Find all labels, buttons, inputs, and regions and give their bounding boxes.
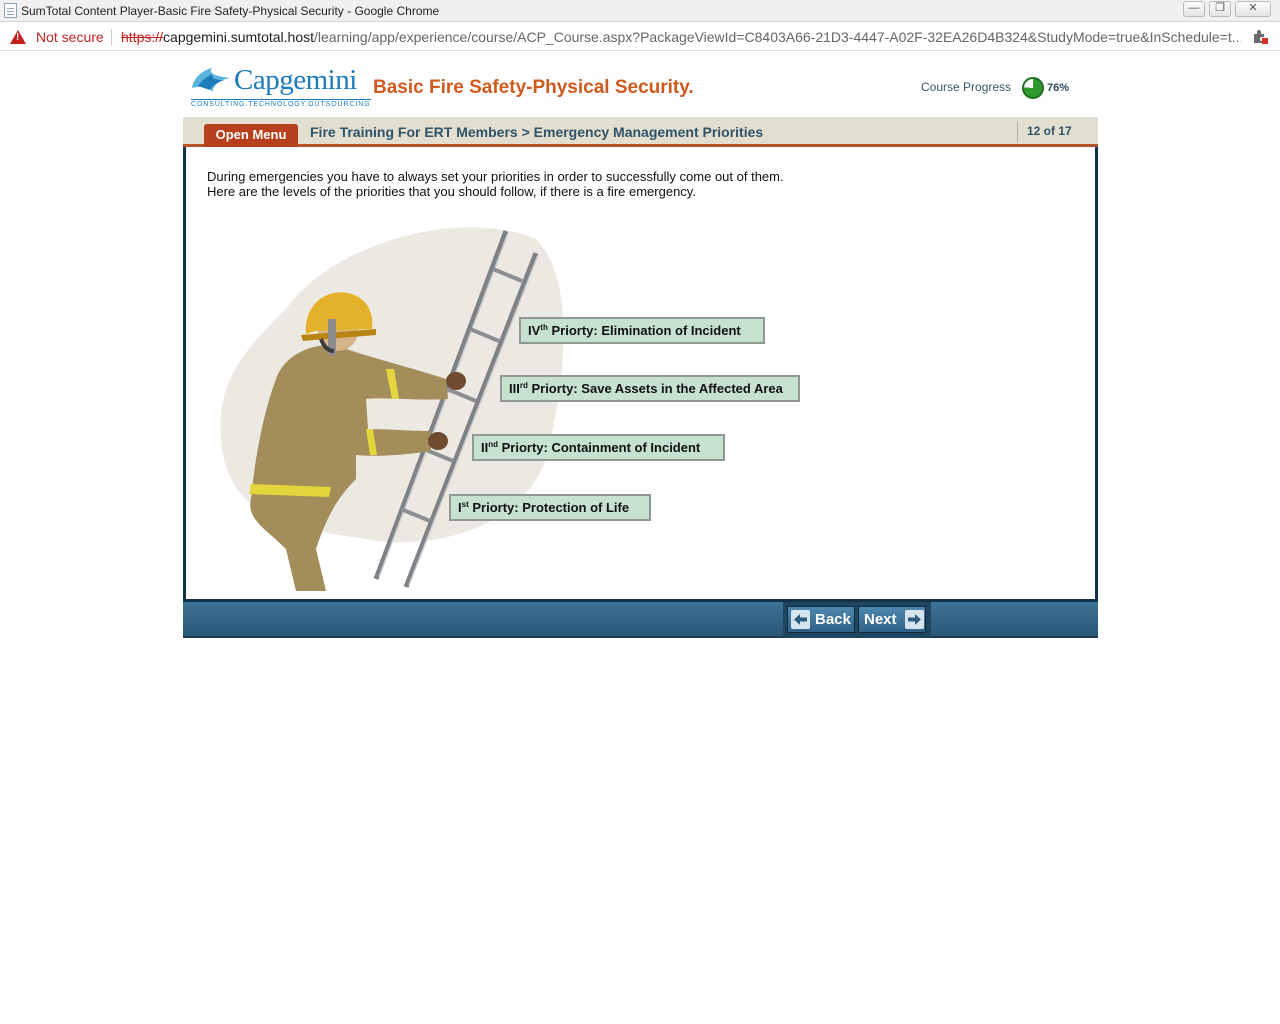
url-path: /learning/app/experience/course/ACP_Cour…	[314, 29, 1241, 45]
url-field[interactable]: https://capgemini.sumtotal.host/learning…	[121, 29, 1241, 45]
priority-text: Priorty: Containment of Incident	[501, 440, 701, 455]
navigation-buttons: Back Next	[783, 602, 931, 638]
priority-suffix: nd	[488, 440, 499, 449]
logo-tagline: CONSULTING.TECHNOLOGY.OUTSOURCING	[191, 99, 371, 108]
minimize-icon[interactable]: —	[1183, 1, 1205, 17]
next-button[interactable]: Next	[858, 606, 926, 633]
priority-text: Priorty: Protection of Life	[472, 500, 630, 515]
extension-icon[interactable]	[1252, 28, 1268, 44]
course-title: Basic Fire Safety-Physical Security.	[373, 77, 694, 98]
security-status[interactable]: Not secure	[36, 29, 104, 45]
back-button[interactable]: Back	[787, 606, 855, 633]
back-label: Back	[815, 611, 851, 628]
breadcrumb: Fire Training For ERT Members > Emergenc…	[310, 124, 764, 140]
course-progress-value: 76%	[1047, 82, 1070, 94]
next-label: Next	[864, 611, 897, 628]
logo-wordmark: Capgemini	[234, 64, 357, 96]
close-icon[interactable]: ✕	[1235, 1, 1271, 17]
slide-content: During emergencies you have to always se…	[183, 147, 1098, 602]
url-scheme: https://	[121, 29, 164, 45]
priority-suffix: rd	[519, 381, 528, 390]
browser-titlebar: SumTotal Content Player-Basic Fire Safet…	[0, 0, 1280, 22]
priority-suffix: st	[461, 500, 469, 509]
priority-numeral: III	[509, 381, 520, 396]
address-bar[interactable]: Not secure https://capgemini.sumtotal.ho…	[0, 23, 1280, 51]
page-counter: 12 of 17	[1027, 124, 1072, 138]
intro-text: During emergencies you have to always se…	[207, 169, 784, 199]
course-progress-label: Course Progress	[921, 80, 1012, 94]
priority-2-label: IInd Priorty: Containment of Incident	[472, 434, 725, 461]
priority-1-label: Ist Priorty: Protection of Life	[449, 494, 651, 521]
course-footer: Back Next	[183, 602, 1098, 638]
page-count-divider	[1017, 122, 1018, 142]
url-host: capgemini.sumtotal.host	[163, 29, 314, 45]
open-menu-button[interactable]: Open Menu	[204, 124, 298, 147]
back-arrow-icon	[791, 610, 810, 629]
address-divider	[111, 29, 112, 46]
priority-text: Priorty: Elimination of Incident	[551, 323, 741, 338]
capgemini-logo: Capgemini CONSULTING.TECHNOLOGY.OUTSOURC…	[190, 64, 371, 110]
priority-suffix: th	[540, 323, 548, 332]
restore-icon[interactable]: ❐	[1209, 1, 1231, 17]
window-title: SumTotal Content Player-Basic Fire Safet…	[21, 4, 440, 18]
logo-spade-icon	[192, 68, 230, 92]
progress-pie-icon	[1022, 77, 1044, 99]
priority-text: Priorty: Save Assets in the Affected Are…	[531, 381, 783, 396]
priority-3-label: IIIrd Priorty: Save Assets in the Affect…	[500, 375, 800, 402]
next-arrow-icon	[905, 610, 924, 629]
page-icon	[4, 3, 17, 18]
warning-icon[interactable]	[10, 30, 26, 44]
priority-numeral: IV	[528, 323, 541, 338]
firefighter-illustration	[220, 227, 564, 591]
priority-4-label: IVth Priorty: Elimination of Incident	[519, 317, 765, 344]
course-navbar: Open Menu Fire Training For ERT Members …	[183, 117, 1098, 147]
